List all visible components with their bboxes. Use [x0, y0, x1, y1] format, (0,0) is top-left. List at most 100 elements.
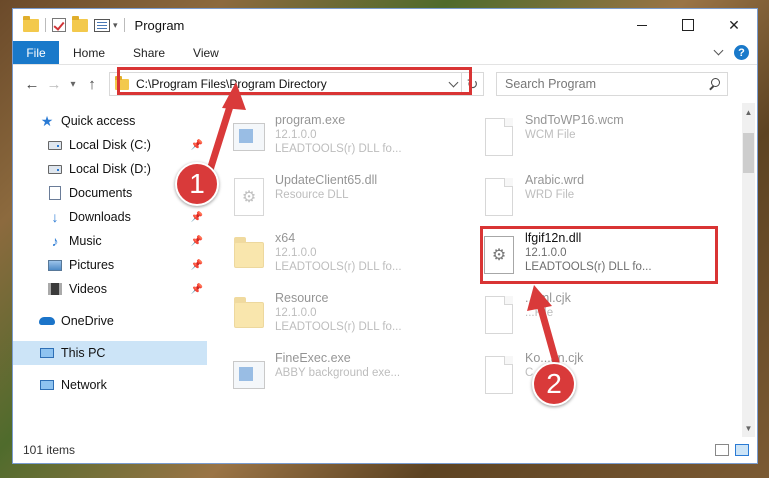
exe-icon [231, 353, 267, 397]
tab-view[interactable]: View [179, 41, 233, 64]
file-name: program.exe [275, 113, 346, 127]
window-controls: ✕ [619, 9, 757, 41]
folder-icon [23, 15, 39, 32]
tab-share[interactable]: Share [119, 41, 179, 64]
sidebar-item-pictures[interactable]: Pictures 📌 [13, 253, 207, 277]
close-button[interactable]: ✕ [711, 9, 757, 41]
file-detail: LEADTOOLS(r) DLL fo... [275, 261, 402, 273]
address-highlight-box [117, 67, 472, 95]
details-view-icon[interactable] [715, 444, 729, 456]
file-detail: ...File [525, 307, 554, 319]
sidebar-item-onedrive[interactable]: OneDrive [13, 309, 207, 333]
sidebar-item-label: This PC [61, 346, 106, 360]
file-item[interactable]: ...tml.cjk ...File [481, 289, 721, 347]
disk-icon [47, 162, 63, 176]
file-name: Resource [275, 291, 329, 305]
pc-icon [39, 346, 55, 360]
search-box[interactable] [496, 72, 728, 96]
pin-icon: 📌 [190, 283, 203, 295]
file-item[interactable]: Arabic.wrd WRD File [481, 171, 721, 229]
toolbar-divider [45, 18, 46, 32]
downloads-icon: ↓ [51, 209, 59, 225]
page-icon [481, 353, 517, 397]
recent-locations-chevron-icon[interactable]: ▾ [65, 79, 81, 90]
file-detail: 12.1.0.0 [275, 247, 317, 259]
sidebar-item-label: Downloads [69, 210, 131, 224]
scroll-down-arrow-icon[interactable]: ▼ [740, 421, 757, 435]
music-icon: ♪ [51, 233, 59, 249]
videos-icon [47, 282, 63, 296]
file-item[interactable]: FineExec.exe ABBY background exe... [231, 349, 471, 407]
large-icons-view-icon[interactable] [735, 444, 749, 456]
pin-icon: 📌 [190, 235, 203, 247]
file-detail: LEADTOOLS(r) DLL fo... [275, 143, 402, 155]
sidebar-item-label: OneDrive [61, 314, 114, 328]
customize-toolbar-dropdown-icon[interactable]: ▾ [113, 20, 118, 31]
sidebar-item-label: Local Disk (C:) [69, 138, 151, 152]
search-icon[interactable] [707, 77, 727, 91]
sidebar-item-network[interactable]: Network [13, 373, 207, 397]
folder-icon [231, 293, 267, 337]
search-input[interactable] [505, 77, 707, 91]
star-icon: ★ [40, 112, 54, 129]
status-bar: 101 items [13, 437, 757, 463]
sidebar-item-label: Pictures [69, 258, 115, 272]
sidebar-item-videos[interactable]: Videos 📌 [13, 277, 207, 301]
maximize-button[interactable] [665, 9, 711, 41]
pin-icon: 📌 [190, 259, 203, 271]
folder-icon [231, 233, 267, 277]
window-title: Program [134, 17, 185, 33]
pin-icon: 📌 [190, 139, 203, 151]
file-name: UpdateClient65.dll [275, 173, 378, 187]
file-name: FineExec.exe [275, 351, 351, 365]
file-name: SndToWP16.wcm [525, 113, 624, 127]
up-arrow-icon[interactable]: ↑ [81, 76, 103, 93]
onedrive-icon [39, 314, 55, 328]
sidebar-item-label: Quick access [61, 114, 136, 128]
sidebar-item-downloads[interactable]: ↓ Downloads 📌 [13, 205, 207, 229]
documents-icon [47, 186, 63, 200]
forward-arrow-icon[interactable]: → [43, 76, 65, 93]
sidebar-item-label: Network [61, 378, 107, 392]
ribbon-tabs: File Home Share View ? [13, 41, 757, 65]
navigation-pane: ★ Quick access Local Disk (C:) 📌 Local D… [13, 103, 207, 437]
view-toggles [715, 444, 757, 456]
tab-home[interactable]: Home [59, 41, 119, 64]
file-detail: LEADTOOLS(r) DLL fo... [275, 321, 402, 333]
expand-ribbon-chevron-icon[interactable] [713, 45, 724, 56]
file-item[interactable]: program.exe 12.1.0.0 LEADTOOLS(r) DLL fo..… [231, 111, 471, 169]
gears-icon: ⚙ [231, 175, 267, 219]
help-icon[interactable]: ? [734, 45, 749, 60]
sidebar-item-this-pc[interactable]: This PC [13, 341, 207, 365]
file-item[interactable]: x64 12.1.0.0 LEADTOOLS(r) DLL fo... [231, 229, 471, 287]
step-badge-1: 1 [175, 162, 219, 206]
properties-check-icon[interactable] [52, 18, 66, 32]
back-arrow-icon[interactable]: ← [21, 76, 43, 93]
file-detail: WCM File [525, 129, 576, 141]
file-item[interactable]: SndToWP16.wcm WCM File [481, 111, 721, 169]
sidebar-item-label: Local Disk (D:) [69, 162, 151, 176]
item-count: 101 items [23, 443, 76, 457]
title-bar: ▾ Program ✕ [13, 9, 757, 41]
disk-icon [47, 138, 63, 152]
toolbar-divider [123, 18, 125, 32]
network-icon [39, 378, 55, 392]
file-item[interactable]: Ko...an.cjkC... [481, 349, 721, 407]
file-name: ...tml.cjk [525, 291, 571, 305]
new-folder-icon[interactable] [72, 15, 88, 32]
vertical-scrollbar[interactable]: ▲ ▼ [740, 103, 757, 437]
sidebar-item-quick-access[interactable]: ★ Quick access [13, 109, 207, 133]
file-detail: 12.1.0.0 [275, 307, 317, 319]
tab-file[interactable]: File [13, 41, 59, 64]
file-item[interactable]: Resource 12.1.0.0 LEADTOOLS(r) DLL fo... [231, 289, 471, 347]
sidebar-item-label: Videos [69, 282, 107, 296]
sidebar-item-music[interactable]: ♪ Music 📌 [13, 229, 207, 253]
scroll-up-arrow-icon[interactable]: ▲ [740, 105, 757, 119]
file-item[interactable]: ⚙ UpdateClient65.dll Resource DLL [231, 171, 471, 229]
minimize-button[interactable] [619, 9, 665, 41]
scrollbar-thumb[interactable] [743, 133, 754, 173]
properties-icon[interactable] [94, 18, 110, 32]
quick-access-toolbar: ▾ [23, 15, 125, 32]
sidebar-item-local-disk-c[interactable]: Local Disk (C:) 📌 [13, 133, 207, 157]
